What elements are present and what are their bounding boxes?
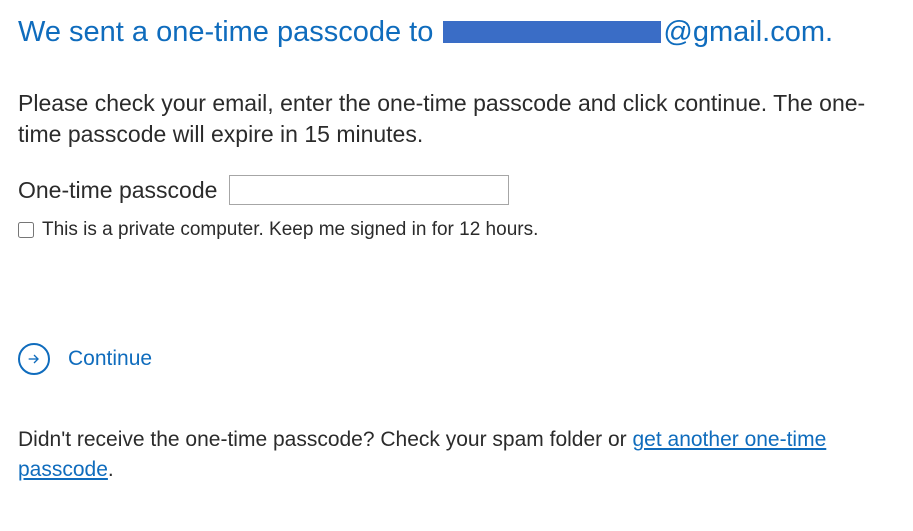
private-computer-checkbox[interactable] — [18, 222, 34, 238]
passcode-input[interactable] — [229, 175, 509, 205]
continue-label: Continue — [68, 344, 152, 373]
footer-text: Didn't receive the one-time passcode? Ch… — [18, 425, 895, 484]
private-computer-row: This is a private computer. Keep me sign… — [18, 217, 895, 244]
continue-button[interactable]: Continue — [18, 343, 895, 375]
heading-email-domain: @gmail.com. — [663, 16, 833, 48]
footer-suffix: . — [108, 458, 114, 481]
footer-prefix: Didn't receive the one-time passcode? Ch… — [18, 428, 632, 451]
passcode-label: One-time passcode — [18, 174, 217, 206]
passcode-row: One-time passcode — [18, 174, 895, 206]
instructions-text: Please check your email, enter the one-t… — [18, 88, 895, 150]
redacted-email-local — [443, 21, 661, 43]
private-computer-label: This is a private computer. Keep me sign… — [42, 217, 538, 244]
heading-prefix: We sent a one-time passcode to — [18, 16, 441, 48]
arrow-right-icon — [18, 343, 50, 375]
page-heading: We sent a one-time passcode to @gmail.co… — [18, 14, 895, 50]
